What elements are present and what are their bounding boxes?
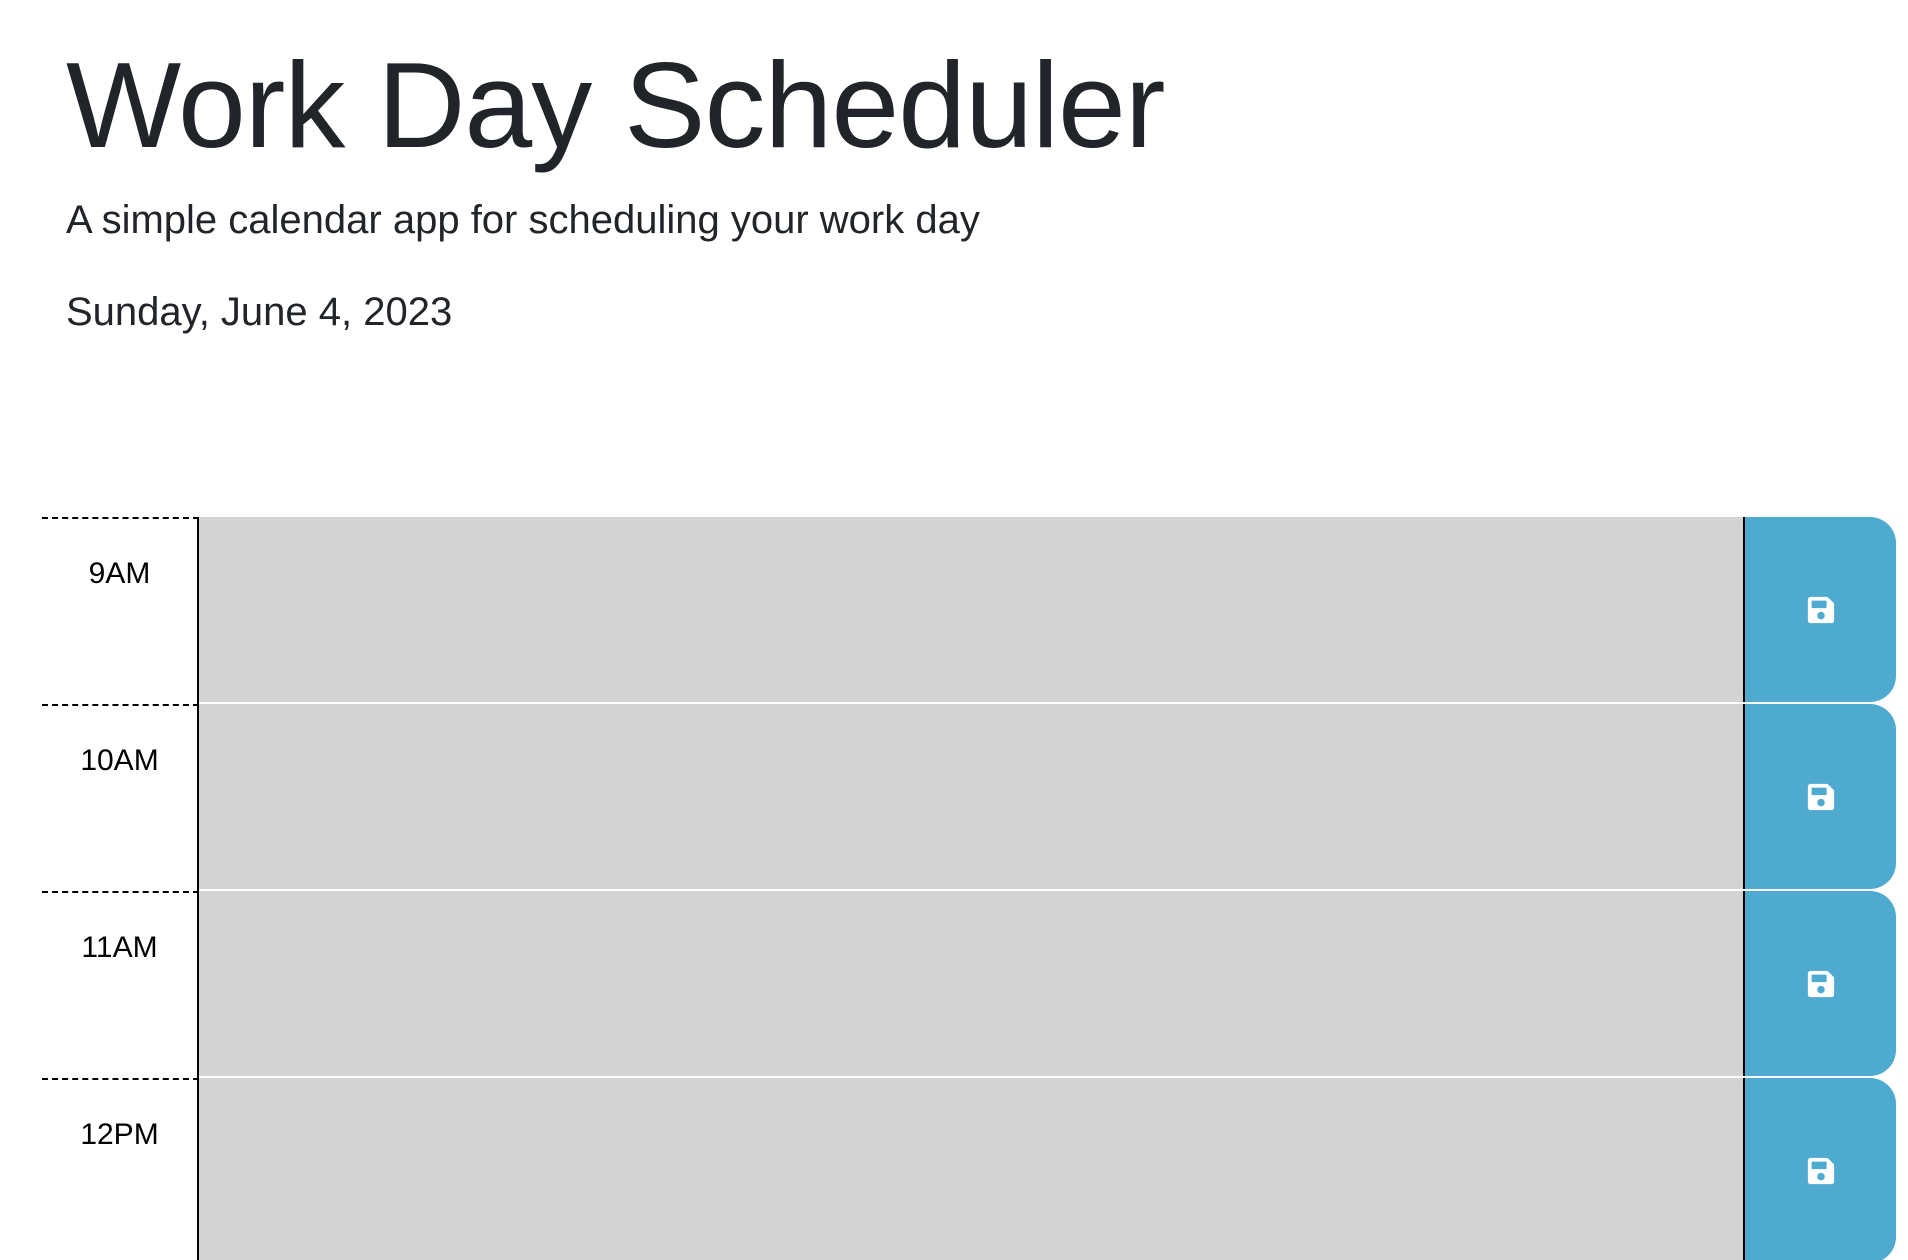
floppy-disk-icon [1807, 970, 1834, 997]
hour-label-text: 10AM [80, 744, 159, 777]
current-day: Sunday, June 4, 2023 [66, 290, 453, 334]
hour-label: 9AM [42, 517, 199, 704]
time-block-12pm: 12PM [42, 1078, 1896, 1260]
save-button[interactable] [1743, 704, 1896, 889]
floppy-disk-icon [1807, 1157, 1834, 1184]
event-description-input[interactable] [199, 1078, 1743, 1260]
time-block-11am: 11AM [42, 891, 1896, 1078]
page-title: Work Day Scheduler [66, 37, 1166, 173]
save-button[interactable] [1743, 517, 1896, 702]
schedule-container: 9AM 10AM 11AM 12PM [42, 517, 1896, 1260]
page-subtitle: A simple calendar app for scheduling you… [66, 198, 980, 242]
hour-label-text: 11AM [81, 931, 158, 964]
hour-label-text: 9AM [88, 557, 151, 590]
save-button[interactable] [1743, 1078, 1896, 1260]
event-description-input[interactable] [199, 704, 1743, 891]
jumbotron-header: Work Day Scheduler A simple calendar app… [66, 30, 1166, 340]
hour-label: 10AM [42, 704, 199, 891]
hour-label: 12PM [42, 1078, 199, 1260]
event-description-input[interactable] [199, 891, 1743, 1078]
time-block-10am: 10AM [42, 704, 1896, 891]
time-block-9am: 9AM [42, 517, 1896, 704]
event-description-input[interactable] [199, 517, 1743, 704]
floppy-disk-icon [1807, 596, 1834, 623]
page: Work Day Scheduler A simple calendar app… [0, 0, 1908, 1260]
hour-label-text: 12PM [80, 1118, 159, 1151]
floppy-disk-icon [1807, 783, 1834, 810]
hour-label: 11AM [42, 891, 199, 1078]
save-button[interactable] [1743, 891, 1896, 1076]
